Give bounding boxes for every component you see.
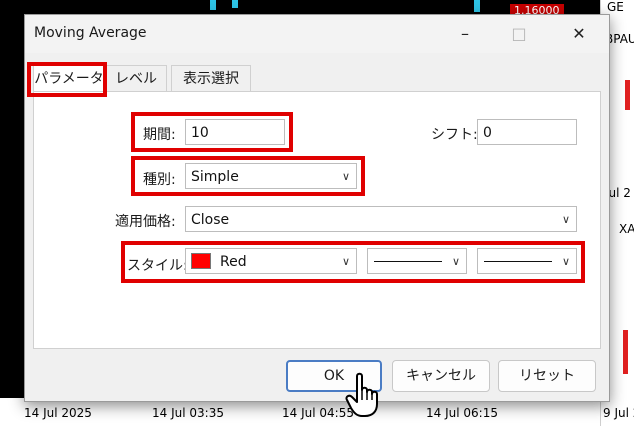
title-bar[interactable]: Moving Average – □ ✕	[25, 15, 609, 53]
moving-average-dialog: Moving Average – □ ✕ パラメータ レベル 表示選択 期間: …	[24, 14, 610, 402]
chevron-down-icon: ∨	[341, 255, 350, 268]
chart-candle	[623, 330, 628, 374]
maximize-icon: □	[511, 24, 527, 43]
line-width-select[interactable]: ∨	[477, 248, 577, 274]
time-axis-label: 14 Jul 04:55	[282, 406, 354, 420]
line-style-select[interactable]: ∨	[367, 248, 467, 274]
chevron-down-icon: ∨	[451, 255, 460, 268]
time-axis-label: 14 Jul 06:15	[426, 406, 498, 420]
method-select[interactable]: Simple ∨	[185, 163, 357, 189]
shift-input[interactable]: 0	[477, 119, 577, 145]
reset-button[interactable]: リセット	[498, 360, 596, 392]
close-icon[interactable]: ✕	[565, 21, 593, 47]
dialog-title: Moving Average	[34, 25, 147, 41]
time-axis-label: 14 Jul 03:35	[152, 406, 224, 420]
chevron-down-icon: ∨	[561, 255, 570, 268]
cancel-button[interactable]: キャンセル	[392, 360, 490, 392]
chevron-down-icon: ∨	[561, 213, 570, 226]
color-swatch	[191, 253, 211, 269]
apply-price-label: 適用価格:	[115, 214, 176, 230]
symbol-label[interactable]: GE	[607, 0, 624, 14]
color-select[interactable]: Red ∨	[185, 248, 357, 274]
tab-visualization[interactable]: 表示選択	[171, 65, 251, 91]
period-input[interactable]: 10	[185, 119, 285, 145]
chart-candle	[210, 0, 216, 10]
symbol-label[interactable]: XA	[619, 222, 634, 236]
period-label: 期間:	[143, 127, 176, 143]
shift-label: シフト:	[431, 127, 478, 143]
chart-candle	[232, 0, 238, 8]
minimize-icon[interactable]: –	[451, 21, 479, 47]
tab-parameters[interactable]: パラメータ	[33, 65, 105, 91]
chart-candle	[625, 80, 630, 110]
apply-price-value: Close	[191, 212, 230, 228]
time-axis-label: 14 Jul 2025	[24, 406, 92, 420]
color-value: Red	[220, 254, 247, 270]
style-label: スタイル:	[127, 258, 188, 274]
tab-levels[interactable]: レベル	[105, 65, 167, 91]
line-width-sample	[484, 261, 552, 262]
apply-price-select[interactable]: Close ∨	[185, 206, 577, 232]
chart-candle	[474, 0, 480, 12]
method-label: 種別:	[143, 172, 176, 188]
chevron-down-icon: ∨	[341, 170, 350, 183]
line-style-sample	[374, 261, 442, 262]
hand-cursor-icon	[345, 372, 378, 417]
method-value: Simple	[191, 169, 239, 185]
date-label: 9 Jul 20	[603, 406, 634, 420]
